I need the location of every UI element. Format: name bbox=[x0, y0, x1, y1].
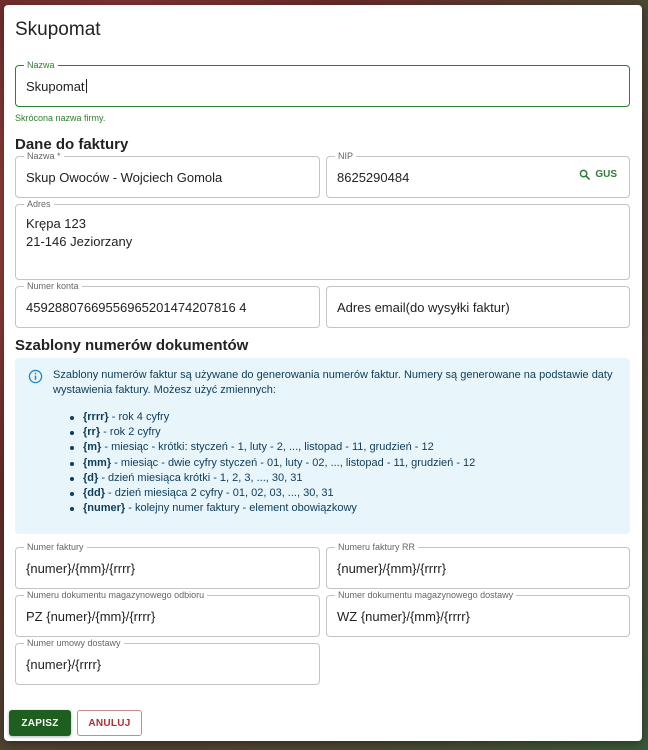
warehouse-receipt-field[interactable]: Numeru dokumentu magazynowego odbioru PZ… bbox=[15, 590, 320, 637]
dialog-title: Skupomat bbox=[15, 19, 101, 40]
variable-desc: - dzień miesiąca 2 cyfry - 01, 02, 03, .… bbox=[105, 487, 334, 500]
company-dialog: Skupomat Nazwa Skupomat Skrócona nazwa f… bbox=[4, 5, 642, 741]
variable-desc: - rok 4 cyfry bbox=[108, 411, 170, 423]
variable-token: {mm} bbox=[83, 456, 112, 469]
invoice-name-label: Nazwa * bbox=[24, 151, 64, 162]
invoice-number-field[interactable]: Numer faktury {numer}/{mm}/{rrrr} bbox=[15, 542, 320, 589]
nip-value: 8625290484 bbox=[337, 170, 410, 185]
variable-item: {rr} - rok 2 cyfry bbox=[69, 425, 475, 440]
variable-item: {numer} - kolejny numer faktury - elemen… bbox=[69, 501, 475, 516]
email-field[interactable]: Adres email(do wysyłki faktur) bbox=[326, 286, 630, 328]
company-name-label: Nazwa bbox=[24, 60, 58, 71]
save-button[interactable]: ZAPISZ bbox=[9, 710, 71, 736]
variable-token: {m} bbox=[83, 441, 102, 454]
variable-token: {numer} bbox=[83, 502, 126, 515]
warehouse-receipt-value: PZ {numer}/{mm}/{rrrr} bbox=[26, 609, 156, 624]
address-field[interactable]: Adres Krępa 123 21-146 Jeziorzany bbox=[15, 199, 630, 280]
nip-label: NIP bbox=[335, 151, 357, 162]
warehouse-delivery-value: WZ {numer}/{mm}/{rrrr} bbox=[337, 609, 470, 624]
account-number-label: Numer konta bbox=[24, 281, 82, 292]
invoice-rr-number-value: {numer}/{mm}/{rrrr} bbox=[337, 561, 447, 576]
address-value: Krępa 123 21-146 Jeziorzany bbox=[26, 216, 133, 249]
invoice-number-value: {numer}/{mm}/{rrrr} bbox=[26, 561, 136, 576]
warehouse-delivery-field[interactable]: Numer dokumentu magazynowego dostawy WZ … bbox=[326, 590, 630, 637]
warehouse-delivery-label: Numer dokumentu magazynowego dostawy bbox=[335, 590, 517, 601]
variable-item: {mm} - miesiąc - dwie cyfry styczeń - 01… bbox=[69, 456, 476, 471]
company-name-helper: Skrócona nazwa firmy. bbox=[15, 113, 106, 123]
variable-token: {dd} bbox=[83, 487, 105, 500]
variable-item: {d} - dzień miesiąca krótki - 1, 2, 3, .… bbox=[69, 471, 475, 486]
invoice-name-value: Skup Owoców - Wojciech Gomola bbox=[26, 170, 223, 185]
templates-info-text: Szablony numerów faktur są używane do ge… bbox=[53, 369, 613, 396]
info-icon bbox=[28, 369, 43, 384]
text-caret bbox=[85, 79, 87, 93]
templates-info-box: Szablony numerów faktur są używane do ge… bbox=[15, 358, 630, 534]
invoice-number-label: Numer faktury bbox=[24, 542, 87, 553]
account-number-field[interactable]: Numer konta 4592880766955696520147420781… bbox=[15, 281, 320, 328]
warehouse-receipt-label: Numeru dokumentu magazynowego odbioru bbox=[24, 590, 208, 601]
templates-section-heading: Szablony numerów dokumentów bbox=[15, 337, 249, 354]
variable-token: {rrrr} bbox=[83, 411, 109, 423]
cancel-button[interactable]: ANULUJ bbox=[77, 710, 142, 736]
variable-desc: - kolejny numer faktury - element obowią… bbox=[125, 502, 357, 515]
contract-number-field[interactable]: Numer umowy dostawy {numer}/{rrrr} bbox=[15, 638, 320, 685]
search-icon bbox=[579, 169, 591, 180]
invoice-rr-number-field[interactable]: Numeru faktury RR {numer}/{mm}/{rrrr} bbox=[326, 542, 630, 589]
variables-list: {rrrr} - rok 4 cyfry {rr} - rok 2 cyfry … bbox=[69, 410, 476, 516]
gus-lookup-button[interactable]: GUS bbox=[579, 169, 617, 180]
contract-number-value: {numer}/{rrrr} bbox=[26, 657, 102, 672]
nip-field[interactable]: NIP 8625290484 GUS bbox=[326, 151, 630, 198]
email-placeholder: Adres email(do wysyłki faktur) bbox=[337, 300, 510, 315]
company-name-field[interactable]: Nazwa Skupomat bbox=[15, 60, 630, 107]
variable-desc: - miesiąc - dwie cyfry styczeń - 01, lut… bbox=[111, 456, 476, 469]
variable-item: {m} - miesiąc - krótki: styczeń - 1, lut… bbox=[69, 440, 475, 455]
variable-item: {dd} - dzień miesiąca 2 cyfry - 01, 02, … bbox=[69, 486, 475, 501]
invoice-name-field[interactable]: Nazwa * Skup Owoców - Wojciech Gomola bbox=[15, 151, 320, 198]
invoice-rr-number-label: Numeru faktury RR bbox=[335, 542, 419, 553]
address-label: Adres bbox=[24, 199, 54, 210]
contract-number-label: Numer umowy dostawy bbox=[24, 638, 124, 649]
gus-label: GUS bbox=[595, 169, 617, 180]
variable-item: {rrrr} - rok 4 cyfry bbox=[69, 410, 475, 425]
company-name-value: Skupomat bbox=[26, 79, 85, 94]
account-number-value: 45928807669556965201474207816 4 bbox=[26, 300, 247, 315]
variable-desc: - rok 2 cyfry bbox=[100, 426, 161, 439]
variable-desc: - miesiąc - krótki: styczeń - 1, luty - … bbox=[101, 441, 434, 454]
variable-token: {d} bbox=[83, 471, 99, 484]
variable-desc: - dzień miesiąca krótki - 1, 2, 3, ..., … bbox=[98, 471, 303, 484]
variable-token: {rr} bbox=[83, 426, 101, 439]
